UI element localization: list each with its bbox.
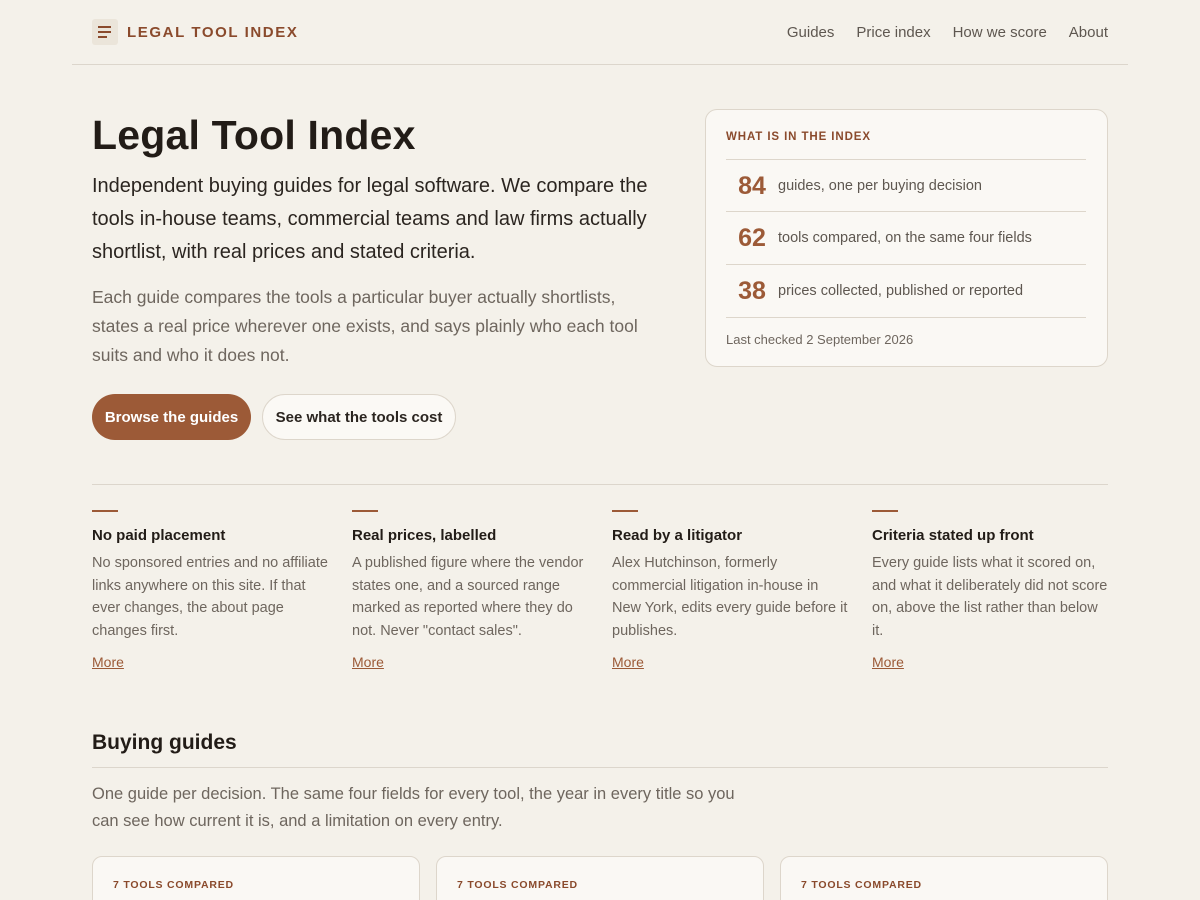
brand-name: LEGAL TOOL INDEX [127,23,299,41]
feature-accent-rule [872,510,898,512]
stats-kicker: WHAT IS IN THE INDEX [726,131,871,143]
buying-guides-intro: One guide per decision. The same four fi… [92,785,735,830]
site-header: LEGAL TOOL INDEX Guides Price index How … [72,0,1128,65]
feature-text: No sponsored entries and no affiliate li… [92,555,328,639]
stat-label: prices collected, published or reported [778,283,1024,299]
stat-label: guides, one per buying decision [778,178,982,194]
feature-real-prices: Real prices, labelled A published figure… [352,510,588,670]
main-nav: Guides Price index How we score About [787,24,1108,41]
menu-lines-icon [92,19,118,45]
section-divider [92,484,1108,485]
hero-subtext: Each guide compares the tools a particul… [92,287,638,365]
feature-text: Every guide lists what it scored on, and… [872,555,1108,639]
nav-how-we-score[interactable]: How we score [953,24,1047,41]
stat-value: 38 [738,276,766,305]
feature-more-link[interactable]: More [612,654,644,670]
feature-more-link[interactable]: More [352,654,384,670]
guide-card[interactable]: 7 TOOLS COMPARED [436,856,764,900]
feature-title: Real prices, labelled [352,527,497,544]
feature-title: Read by a litigator [612,527,743,544]
section-divider [92,767,1108,768]
stat-row: 38 prices collected, published or report… [726,264,1086,317]
stat-row: 84 guides, one per buying decision [726,159,1086,212]
browse-guides-button[interactable]: Browse the guides [92,394,251,440]
guide-card-kicker: 7 TOOLS COMPARED [801,879,922,891]
stat-row: 62 tools compared, on the same four fiel… [726,211,1086,264]
nav-price-index[interactable]: Price index [856,24,930,41]
feature-title: No paid placement [92,527,226,544]
feature-accent-rule [612,510,638,512]
stat-label: tools compared, on the same four fields [778,230,1032,246]
feature-text: A published figure where the vendor stat… [352,555,584,639]
feature-accent-rule [92,510,118,512]
feature-more-link[interactable]: More [92,654,124,670]
stat-value: 84 [738,171,766,200]
guide-card-kicker: 7 TOOLS COMPARED [113,879,234,891]
see-tool-costs-button[interactable]: See what the tools cost [262,394,456,440]
feature-accent-rule [352,510,378,512]
buying-guides-heading: Buying guides [92,731,237,754]
page: LEGAL TOOL INDEX Guides Price index How … [0,0,1200,900]
guide-card[interactable]: 7 TOOLS COMPARED [780,856,1108,900]
guide-card[interactable]: 7 TOOLS COMPARED [92,856,420,900]
stat-value: 62 [738,223,766,252]
feature-no-paid-placement: No paid placement No sponsored entries a… [92,510,328,670]
index-stats-card: WHAT IS IN THE INDEX 84 guides, one per … [705,109,1108,367]
feature-read-by-litigator: Read by a litigator Alex Hutchinson, for… [612,510,848,670]
feature-title: Criteria stated up front [872,527,1034,544]
guide-card-kicker: 7 TOOLS COMPARED [457,879,578,891]
brand[interactable]: LEGAL TOOL INDEX [92,19,298,45]
nav-about[interactable]: About [1069,24,1108,41]
hero-lead: Independent buying guides for legal soft… [92,175,648,263]
feature-more-link[interactable]: More [872,654,904,670]
last-checked-note: Last checked 2 September 2026 [726,317,1086,347]
feature-criteria-up-front: Criteria stated up front Every guide lis… [872,510,1108,670]
page-title: Legal Tool Index [92,112,416,158]
feature-text: Alex Hutchinson, formerly commercial lit… [612,555,848,639]
nav-guides[interactable]: Guides [787,24,835,41]
